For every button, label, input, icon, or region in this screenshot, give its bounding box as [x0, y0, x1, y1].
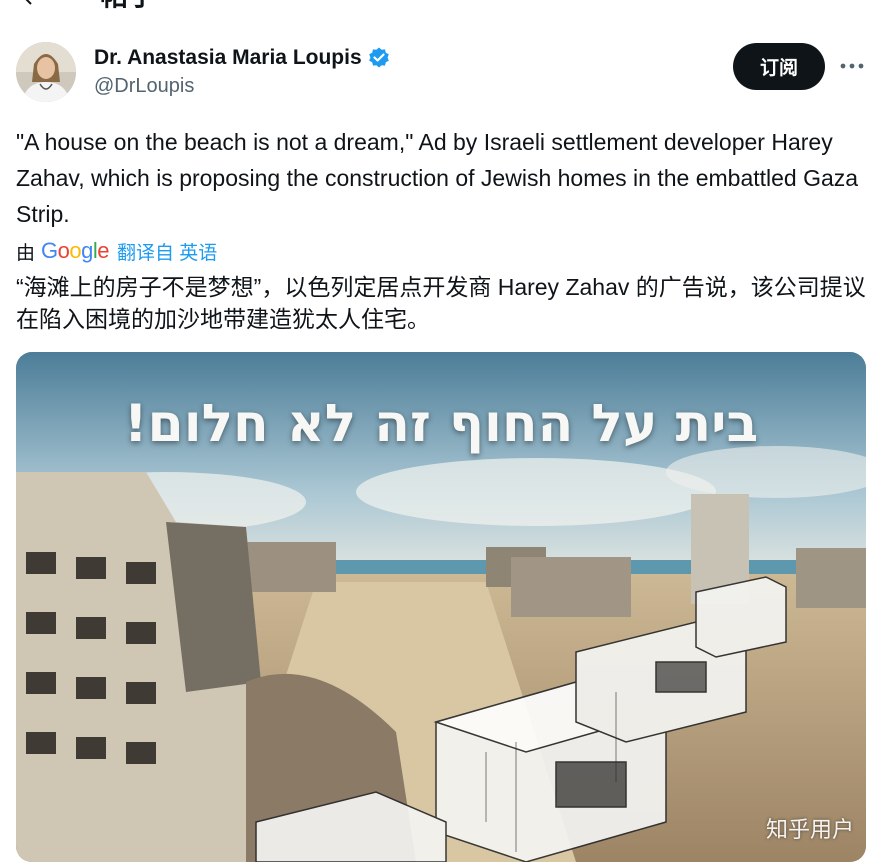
- subscribe-button[interactable]: 订阅: [733, 43, 825, 90]
- top-bar: 帖子: [0, 0, 882, 22]
- translated-by-label: 由: [16, 242, 36, 264]
- arrow-left-icon[interactable]: [18, 0, 38, 6]
- media-overlay-text: בית על החוף זה לא חלום!: [123, 394, 759, 454]
- avatar-image: [16, 42, 76, 102]
- page-title: 帖子: [100, 0, 156, 14]
- more-horizontal-icon[interactable]: [838, 56, 866, 76]
- avatar[interactable]: [16, 42, 76, 102]
- translated-from-link[interactable]: 翻译自 英语: [117, 238, 217, 265]
- translation-attribution: 由 Google 翻译自 英语: [16, 236, 217, 266]
- author-display-name[interactable]: Dr. Anastasia Maria Loupis: [94, 46, 362, 70]
- google-logo: Google: [41, 238, 110, 263]
- translated-text: “海滩上的房子不是梦想”，以色列定居点开发商 Harey Zahav 的广告说，…: [16, 274, 866, 332]
- media-watermark: 知乎用户: [765, 817, 854, 842]
- tweet-text: "A house on the beach is not a dream," A…: [16, 129, 859, 227]
- verified-badge-icon: [368, 47, 389, 68]
- tweet-media-image[interactable]: בית על החוף זה לא חלום! 知乎用户: [16, 352, 866, 862]
- author-handle[interactable]: @DrLoupis: [94, 75, 391, 98]
- author-info: Dr. Anastasia Maria Loupis @DrLoupis: [94, 44, 391, 98]
